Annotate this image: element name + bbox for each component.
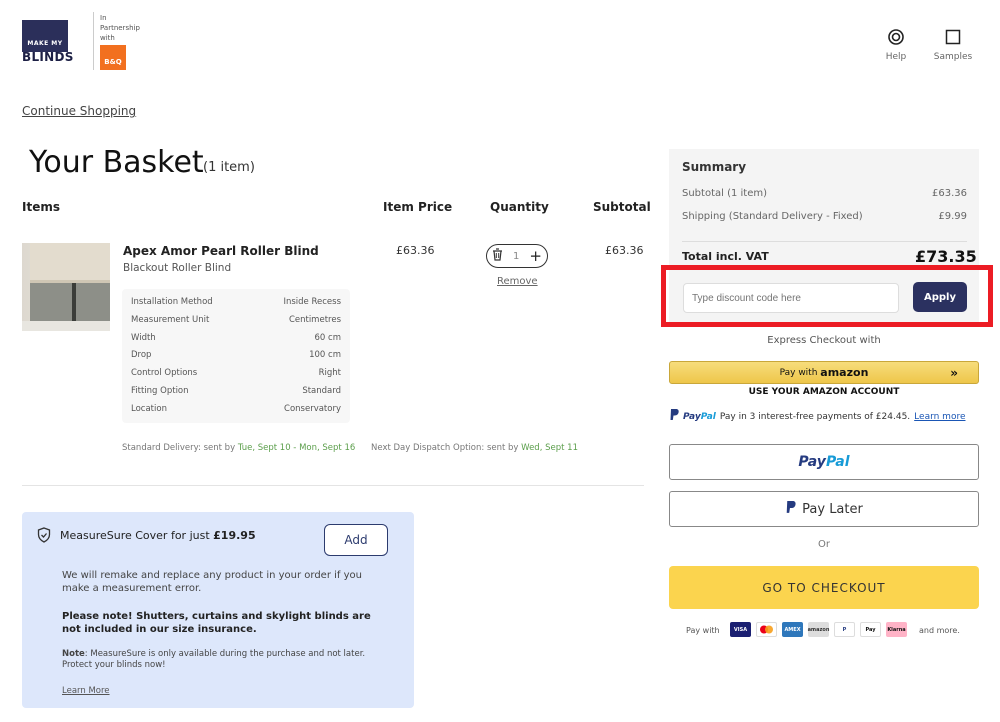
summary-divider	[682, 241, 967, 242]
spec-row: Installation Method Inside Recess	[131, 297, 341, 307]
line-subtotal: £63.36	[605, 244, 644, 257]
highlight-box	[661, 265, 993, 327]
summary-shipping: Shipping (Standard Delivery - Fixed) £9.9…	[682, 211, 967, 222]
spec-row: Drop 100 cm	[131, 350, 341, 360]
measuresure-title: MeasureSure Cover for just £19.95	[60, 529, 256, 542]
payment-methods: VISA AMEX amazon P Pay Klarna	[730, 622, 907, 637]
standard-delivery: Standard Delivery: sent by Tue, Sept 10 …	[122, 443, 356, 453]
product-name[interactable]: Apex Amor Pearl Roller Blind	[123, 244, 319, 258]
product-specs: Installation Method Inside Recess Measure…	[122, 289, 350, 423]
spec-row: Control Options Right	[131, 368, 341, 378]
apple-pay-icon: Pay	[860, 622, 881, 637]
measuresure-warning: Please note! Shutters, curtains and skyl…	[62, 611, 371, 635]
samples-icon	[931, 26, 975, 48]
col-quantity: Quantity	[490, 200, 549, 214]
samples-button[interactable]: Samples	[931, 26, 975, 62]
item-count: (1 item)	[203, 160, 255, 175]
partnership-text: In Partnership with	[100, 14, 140, 42]
express-checkout-label: Express Checkout with	[767, 335, 881, 346]
divider	[22, 485, 644, 486]
product-image[interactable]	[22, 243, 110, 331]
total-value: £73.35	[915, 247, 977, 266]
total-label: Total incl. VAT	[682, 250, 769, 263]
logo[interactable]: MAKE MY	[22, 20, 68, 52]
pay-with-label: Pay with	[686, 626, 720, 635]
paypal-icon	[669, 409, 679, 424]
bq-logo: B&Q	[100, 45, 126, 70]
help-icon	[874, 26, 918, 48]
spec-row: Location Conservatory	[131, 404, 341, 414]
chevron-right-icon: »	[950, 365, 958, 380]
spec-row: Measurement Unit Centimetres	[131, 315, 341, 325]
summary-subtotal: Subtotal (1 item) £63.36	[682, 188, 967, 199]
paypal-pay-later-button[interactable]: Pay Later	[669, 491, 979, 527]
amex-icon: AMEX	[782, 622, 803, 637]
go-to-checkout-button[interactable]: GO TO CHECKOUT	[669, 566, 979, 609]
quantity-stepper[interactable]: 1 +	[486, 244, 548, 268]
product-subtitle: Blackout Roller Blind	[123, 262, 232, 274]
col-items: Items	[22, 200, 60, 214]
help-label: Help	[885, 52, 907, 62]
measuresure-description: We will remake and replace any product i…	[62, 570, 362, 594]
col-item-price: Item Price	[383, 200, 453, 214]
paypal-installments: PayPal Pay in 3 interest-free payments o…	[669, 409, 966, 424]
samples-label: Samples	[933, 52, 973, 62]
paypal-button[interactable]: PayPal	[669, 444, 979, 480]
shield-icon	[37, 527, 51, 547]
continue-shopping-link[interactable]: Continue Shopping	[22, 104, 136, 118]
trash-icon[interactable]	[492, 248, 503, 264]
col-subtotal: Subtotal	[593, 200, 651, 214]
summary-title: Summary	[682, 160, 747, 174]
amazon-account-label: USE YOUR AMAZON ACCOUNT	[748, 387, 900, 397]
paypal-learn-more[interactable]: Learn more	[914, 412, 965, 422]
plus-icon[interactable]: +	[529, 247, 542, 265]
measuresure-add-button[interactable]: Add	[324, 524, 388, 556]
or-separator: Or	[818, 539, 830, 550]
logo-divider	[93, 12, 94, 70]
logo-wordmark: BLINDS	[22, 50, 74, 64]
klarna-icon: Klarna	[886, 622, 907, 637]
measuresure-note: Note: MeasureSure is only available duri…	[62, 649, 366, 670]
spec-row: Fitting Option Standard	[131, 386, 341, 396]
measuresure-learn-more[interactable]: Learn More	[62, 686, 110, 696]
help-button[interactable]: Help	[874, 26, 918, 62]
next-day-dispatch: Next Day Dispatch Option: sent by Wed, S…	[371, 443, 578, 453]
amazon-icon: amazon	[808, 622, 829, 637]
remove-link[interactable]: Remove	[497, 276, 538, 287]
spec-row: Width 60 cm	[131, 333, 341, 343]
mastercard-icon	[756, 622, 777, 637]
page-title: Your Basket	[29, 145, 204, 180]
visa-icon: VISA	[730, 622, 751, 637]
amazon-pay-button[interactable]: Pay with amazon »	[669, 361, 979, 384]
and-more-label: and more.	[919, 626, 960, 635]
paypal-icon: P	[834, 622, 855, 637]
item-price: £63.36	[396, 244, 435, 257]
quantity-value: 1	[513, 250, 520, 262]
paypal-icon	[785, 500, 796, 518]
